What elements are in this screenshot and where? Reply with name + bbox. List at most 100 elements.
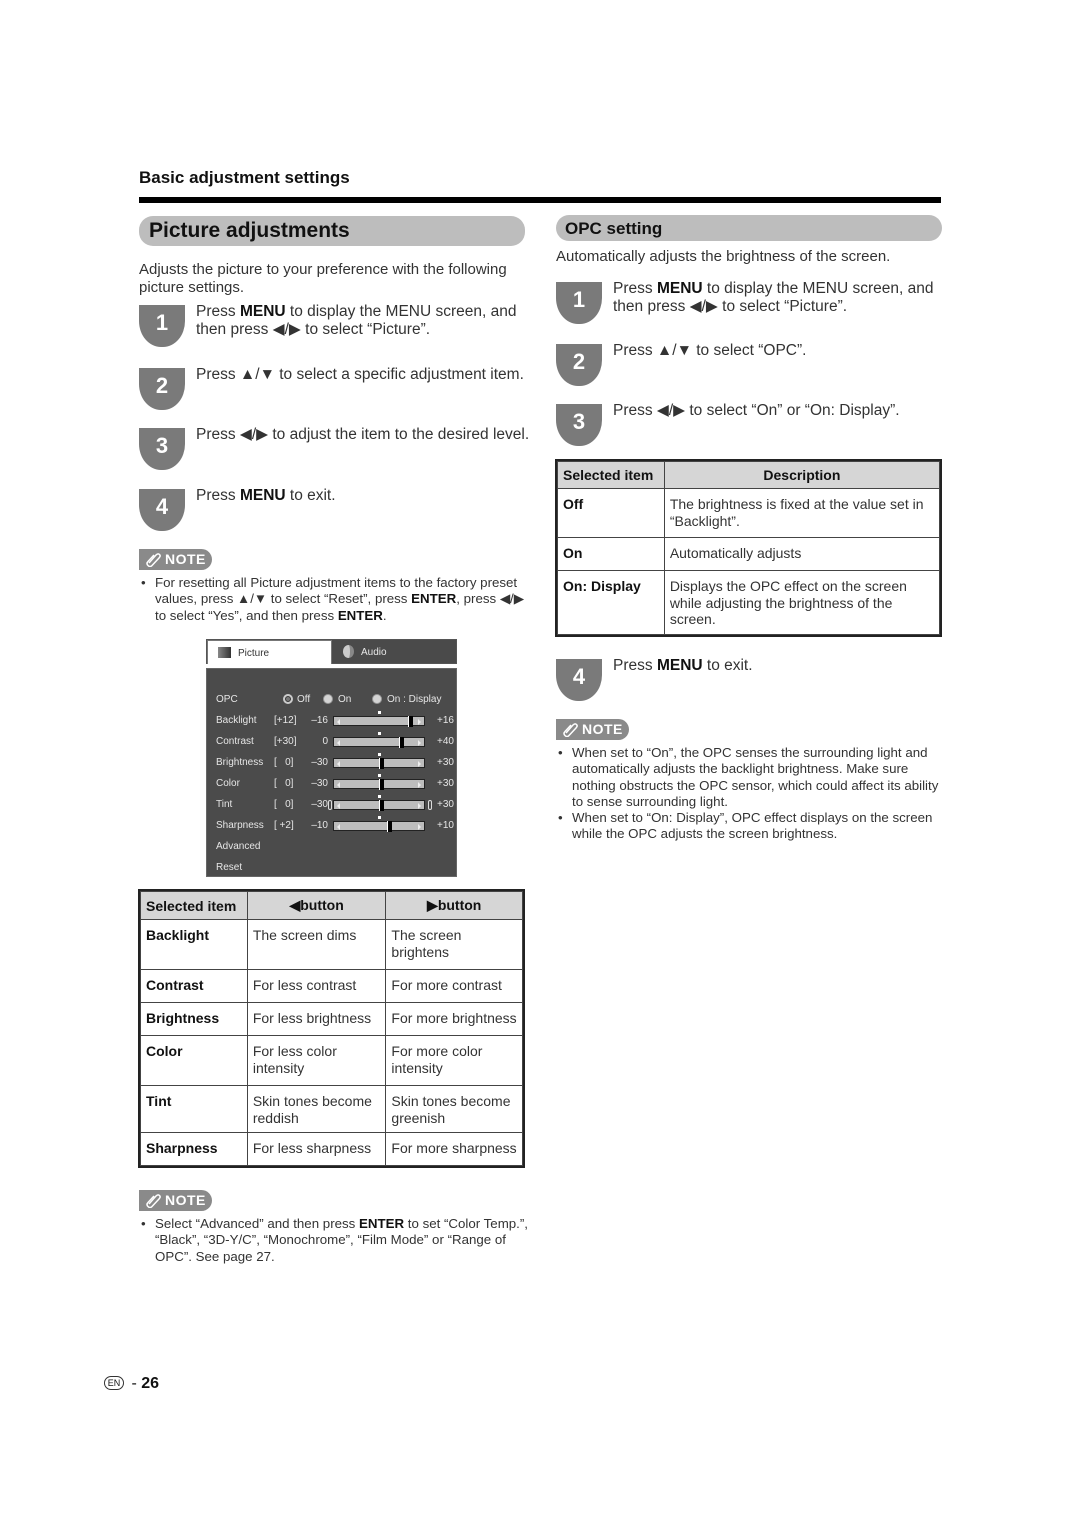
step-text: Press MENU to display the MENU screen, a…	[613, 280, 953, 316]
slider-center-mark	[378, 711, 381, 714]
slider-handle[interactable]	[408, 716, 413, 727]
setting-slider[interactable]	[333, 732, 425, 748]
tv-menu-screenshot: Picture Audio OPC Off On On : Display Ba…	[206, 639, 457, 877]
opc-intro: Automatically adjusts the brightness of …	[556, 248, 891, 265]
item-cell: Tint	[140, 1085, 248, 1133]
step-text: Press MENU to display the MENU screen, a…	[196, 303, 536, 339]
slider-right-arrow-icon	[418, 719, 421, 725]
max-value: +10	[437, 820, 454, 831]
slider-left-arrow-icon	[337, 761, 340, 767]
table-header-row: Selected item ◀button ▶button	[140, 891, 523, 920]
setting-slider[interactable]	[333, 711, 425, 727]
item-cell: Brightness	[140, 1002, 248, 1036]
tint-end-marker	[328, 800, 332, 810]
tv-row-reset[interactable]: Reset	[216, 862, 456, 876]
note-item: For resetting all Picture adjustment ite…	[139, 575, 529, 624]
tv-row-tint[interactable]: Tint [ 0] –30 +30	[216, 795, 456, 813]
enter-key: ENTER	[411, 591, 457, 607]
slider-handle[interactable]	[399, 737, 404, 748]
description-cell: For less color intensity	[246, 1035, 387, 1086]
setting-slider[interactable]	[333, 816, 425, 832]
radio-off[interactable]	[283, 694, 293, 704]
setting-slider[interactable]	[333, 774, 425, 790]
slider-handle[interactable]	[379, 779, 384, 790]
radio-on-display[interactable]	[372, 694, 382, 704]
table-row: Tint Skin tones become reddish Skin tones …	[140, 1085, 523, 1133]
description-cell: For less sharpness	[246, 1132, 387, 1166]
menu-key: MENU	[239, 487, 286, 504]
picture-note-list: For resetting all Picture adjustment ite…	[139, 575, 529, 624]
slider-left-arrow-icon	[337, 740, 340, 746]
slider-handle[interactable]	[379, 758, 384, 769]
slider-center-mark	[378, 774, 381, 777]
step-text-part: to exit.	[285, 487, 336, 504]
description-cell: Skin tones become greenish	[385, 1085, 523, 1133]
enter-key: ENTER	[337, 607, 383, 623]
page-footer: EN - 26	[104, 1375, 159, 1393]
slider-handle[interactable]	[379, 800, 384, 811]
slider-center-mark	[378, 795, 381, 798]
picture-intro: Adjusts the picture to your preference w…	[139, 261, 507, 296]
paperclip-icon	[146, 1194, 161, 1208]
tv-row-sharpness[interactable]: Sharpness [ +2] –10 +10	[216, 816, 456, 834]
step-text-part: Press	[613, 657, 657, 674]
min-value: –30	[311, 799, 328, 810]
min-value: –10	[311, 820, 328, 831]
step-text-part: to exit.	[702, 657, 753, 674]
tv-row-advanced[interactable]: Advanced	[216, 841, 456, 855]
note-tag: NOTE	[556, 719, 629, 740]
step-number-badge: 4	[556, 659, 602, 701]
description-cell: For more brightness	[385, 1002, 523, 1036]
min-value: –30	[311, 778, 328, 789]
tv-tab-audio[interactable]: Audio	[333, 640, 458, 665]
table-row: Sharpness For less sharpness For more shar…	[140, 1132, 523, 1166]
tv-row-color[interactable]: Color [ 0] –30 +30	[216, 774, 456, 792]
step-number-badge: 3	[556, 404, 602, 446]
step-text: Press ▲/▼ to select a specific adjustmen…	[196, 366, 524, 383]
tv-row-backlight[interactable]: Backlight [+12] –16 +16	[216, 711, 456, 729]
setting-slider[interactable]	[333, 753, 425, 769]
slider-right-arrow-icon	[418, 824, 421, 830]
table-row: Color For less color intensity For more co…	[140, 1035, 523, 1086]
tv-tab-picture[interactable]: Picture	[207, 640, 332, 665]
description-cell: For less contrast	[246, 969, 387, 1003]
slider-right-arrow-icon	[418, 740, 421, 746]
slider-left-arrow-icon	[337, 803, 340, 809]
slider-right-arrow-icon	[418, 782, 421, 788]
tv-row-opc[interactable]: OPC Off On On : Display	[216, 694, 456, 708]
tv-row-brightness[interactable]: Brightness [ 0] –30 +30	[216, 753, 456, 771]
radio-label: On : Display	[387, 694, 442, 705]
slider-handle[interactable]	[387, 821, 392, 832]
audio-icon	[343, 645, 354, 658]
paperclip-icon	[563, 723, 578, 737]
note-tag: NOTE	[139, 1190, 212, 1211]
setting-slider[interactable]	[333, 795, 425, 811]
description-cell: Automatically adjusts	[663, 537, 941, 571]
item-cell: On: Display	[557, 570, 665, 635]
opc-note-list: When set to “On”, the OPC senses the sur…	[556, 745, 946, 843]
description-cell: Displays the OPC effect on the screen wh…	[663, 570, 941, 635]
step-text-part: Press	[196, 487, 240, 504]
step-number-badge: 1	[556, 282, 602, 324]
menu-item-label: Reset	[216, 862, 243, 873]
tv-row-contrast[interactable]: Contrast [+30] 0 +40	[216, 732, 456, 750]
opc-label: OPC	[216, 694, 238, 705]
min-value: –16	[311, 715, 328, 726]
paperclip-icon	[146, 553, 161, 567]
description-cell: For more sharpness	[385, 1132, 523, 1166]
note-item: When set to “On: Display”, OPC effect di…	[556, 810, 946, 843]
table-header-row: Selected item Description	[557, 461, 941, 489]
max-value: +40	[437, 736, 454, 747]
menu-key: MENU	[239, 303, 286, 320]
step-text-part: Press	[196, 303, 240, 320]
step-number-badge: 2	[139, 368, 185, 410]
current-value: [ 0]	[274, 799, 294, 810]
max-value: +16	[437, 715, 454, 726]
step-number-badge: 4	[139, 489, 185, 531]
current-value: [+12]	[274, 715, 297, 726]
column-header: ▶button	[385, 891, 523, 920]
slider-right-arrow-icon	[418, 803, 421, 809]
description-cell: For more color intensity	[385, 1035, 523, 1086]
radio-on[interactable]	[323, 694, 333, 704]
tv-menu-body: OPC Off On On : Display Backlight [+12] –1…	[206, 668, 457, 877]
